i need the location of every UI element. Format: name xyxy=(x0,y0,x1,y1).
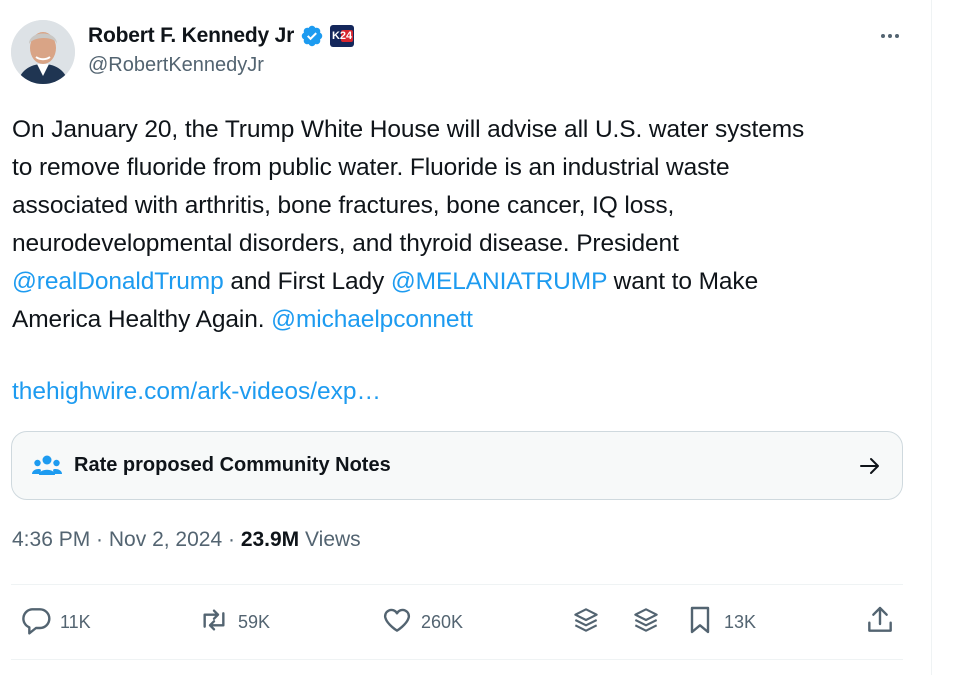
tweet-text-line: On January 20, the Trump White House wil… xyxy=(12,111,922,149)
grok-button-secondary[interactable] xyxy=(630,606,662,638)
tweet-text-segment: America Healthy Again. xyxy=(12,306,272,333)
share-icon xyxy=(864,604,896,641)
grok-icon xyxy=(630,604,662,641)
reply-icon xyxy=(20,604,52,641)
tweet-text-line: to remove fluoride from public water. Fl… xyxy=(12,149,922,187)
divider xyxy=(11,584,903,585)
bookmark-count: 13K xyxy=(724,611,757,632)
column-border xyxy=(931,0,932,675)
more-icon[interactable] xyxy=(876,24,904,48)
repost-button[interactable]: 59K xyxy=(198,606,270,638)
tweet-text-line: America Healthy Again. @michaelpconnett xyxy=(12,301,922,339)
divider xyxy=(11,659,903,660)
tweet-text-segment: to remove fluoride from public water. Fl… xyxy=(12,154,730,181)
affiliate-badge[interactable]: K24 xyxy=(330,25,355,47)
bookmark-button[interactable]: 13K xyxy=(684,606,756,638)
community-notes-prompt[interactable]: Rate proposed Community Notes xyxy=(11,431,903,500)
like-icon xyxy=(381,604,413,641)
meta-separator: · xyxy=(222,528,241,551)
avatar[interactable] xyxy=(11,20,75,84)
community-notes-icon xyxy=(32,453,62,479)
repost-icon xyxy=(198,604,230,641)
tweet-text-segment: and First Lady xyxy=(223,268,391,295)
tweet-text-segment: associated with arthritis, bone fracture… xyxy=(12,192,675,219)
author-name[interactable]: Robert F. Kennedy Jr xyxy=(88,24,294,48)
tweet-time[interactable]: 4:36 PM xyxy=(12,528,90,551)
author-name-row: Robert F. Kennedy Jr K24 xyxy=(88,22,355,50)
share-button[interactable] xyxy=(864,606,896,638)
repost-count: 59K xyxy=(238,611,271,632)
mention-link[interactable]: @michaelpconnett xyxy=(271,306,473,333)
views-label: Views xyxy=(299,528,361,551)
author-handle[interactable]: @RobertKennedyJr xyxy=(88,54,264,77)
link-text[interactable]: thehighwire.com/ark-videos/exp… xyxy=(12,378,381,405)
meta-separator: · xyxy=(90,528,109,551)
like-button[interactable]: 260K xyxy=(381,606,463,638)
reply-count: 11K xyxy=(60,611,91,632)
tweet-date[interactable]: Nov 2, 2024 xyxy=(109,528,222,551)
like-count: 260K xyxy=(421,611,464,632)
grok-icon xyxy=(570,604,602,641)
mention-link[interactable]: @MELANIATRUMP xyxy=(391,268,607,295)
community-notes-label: Rate proposed Community Notes xyxy=(74,454,391,476)
tweet-text-line: @realDonaldTrump and First Lady @MELANIA… xyxy=(12,263,922,301)
tweet-text-segment: want to Make xyxy=(606,268,759,295)
tweet-text-line: associated with arthritis, bone fracture… xyxy=(12,187,922,225)
tweet-text: On January 20, the Trump White House wil… xyxy=(12,111,922,339)
mention-link[interactable]: @realDonaldTrump xyxy=(12,268,224,295)
tweet-text-segment: On January 20, the Trump White House wil… xyxy=(12,116,805,143)
tweet-text-line: neurodevelopmental disorders, and thyroi… xyxy=(12,225,922,263)
tweet-meta: 4:36 PM · Nov 2, 2024 · 23.9M Views xyxy=(12,528,361,552)
tweet-text-segment: neurodevelopmental disorders, and thyroi… xyxy=(12,230,679,257)
views-count: 23.9M xyxy=(240,528,300,551)
tweet-link[interactable]: thehighwire.com/ark-videos/exp… xyxy=(12,373,381,411)
bookmark-icon xyxy=(684,604,716,641)
grok-button[interactable] xyxy=(570,606,602,638)
reply-button[interactable]: 11K xyxy=(20,606,91,638)
verified-badge-icon[interactable] xyxy=(300,24,324,48)
arrow-right-icon xyxy=(858,454,882,478)
